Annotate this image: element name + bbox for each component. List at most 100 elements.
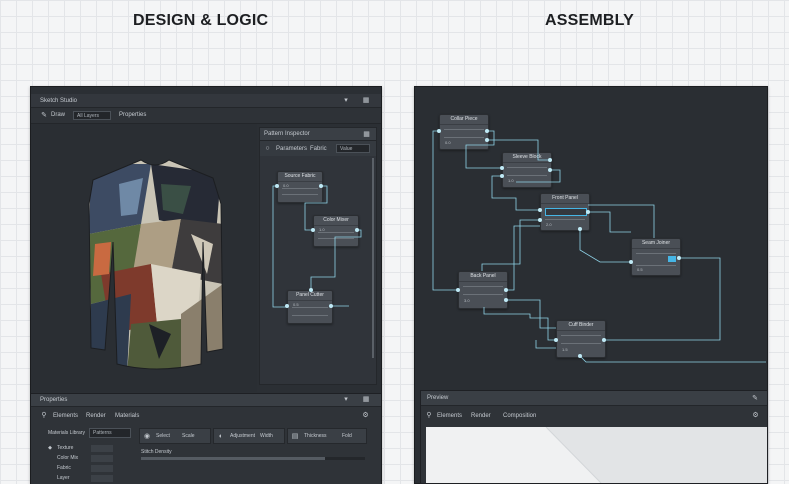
logic-node-label: Color Mixer (314, 216, 358, 226)
window-title: Sketch Studio (40, 97, 78, 104)
list-bullet-icon: ◆ (48, 444, 52, 451)
design-canvas[interactable] (31, 124, 257, 392)
node-row-divider (561, 343, 601, 344)
preview-title-bar: Preview ✎ (421, 391, 767, 406)
materials-library-header: Materials Library Patterns (45, 428, 131, 438)
control-value[interactable]: Fold (342, 433, 352, 439)
list-item-field[interactable] (91, 445, 113, 452)
assembly-node-label: Seam Joiner (632, 239, 680, 249)
assembly-node-value: 1.5 (562, 347, 568, 352)
elements-tab[interactable]: Elements (53, 413, 78, 419)
logic-panel-tabs: ○ Parameters Fabric Value (260, 142, 376, 155)
node-highlight-field[interactable] (668, 256, 676, 262)
logic-node[interactable]: Panel Cutter 0.5 (287, 290, 333, 324)
control-label: Select (156, 433, 170, 439)
logic-node[interactable]: Color Mixer 1.0 (313, 215, 359, 247)
logic-panel-title: Pattern Inspector (264, 131, 310, 137)
logic-node-label: Source Fabric (278, 172, 322, 182)
materials-tab[interactable]: Materials (115, 413, 139, 419)
assembly-node-label: Front Panel (541, 194, 589, 204)
settings-gear-icon[interactable]: ⚙ (751, 411, 760, 420)
list-item-label: Fabric (57, 465, 71, 471)
list-item[interactable]: Color Mix (45, 454, 119, 463)
control-label: Thickness (304, 433, 327, 439)
node-row-divider (507, 167, 547, 168)
design-editor-window: Sketch Studio ▾ ▦ ✎ Draw All Layers Prop… (30, 86, 382, 484)
logic-node-value: 1.0 (319, 227, 325, 232)
node-highlight-field[interactable] (545, 208, 587, 216)
layer-dropdown[interactable]: All Layers (73, 111, 111, 120)
control-group: ▤ Thickness Fold (287, 428, 367, 444)
draw-tool-label[interactable]: Draw (51, 112, 65, 118)
assembly-node-value: 0.0 (445, 140, 451, 145)
properties-label[interactable]: Properties (119, 112, 146, 118)
pencil-icon[interactable]: ✎ (40, 112, 48, 119)
control-value[interactable]: Scale (182, 433, 195, 439)
canvas-toolbar: ✎ Draw All Layers Properties (31, 108, 381, 124)
control-label: Adjustment (230, 433, 256, 439)
pin-icon[interactable]: ⚲ (40, 412, 48, 419)
node-row-divider (636, 265, 676, 266)
assembly-node[interactable]: Seam Joiner 0.5 (631, 238, 681, 276)
logic-node[interactable]: Source Fabric 0.0 (277, 171, 323, 203)
node-row-divider (282, 194, 318, 195)
collapse-arrow-icon[interactable]: ▾ (342, 97, 350, 104)
preview-viewport[interactable] (426, 427, 767, 483)
control-group: ◉ Select Scale (139, 428, 211, 444)
eye-icon[interactable]: ◉ (143, 432, 151, 440)
fabric-tab[interactable]: Fabric (310, 146, 327, 152)
preview-panel: Preview ✎ ⚲ Elements Render Composition … (420, 390, 768, 484)
assembly-node[interactable]: Front Panel 2.0 (540, 193, 590, 231)
node-row-divider (282, 188, 318, 189)
logic-panel-grid-icon[interactable]: ▦ (363, 131, 370, 138)
patterns-field[interactable]: Patterns (89, 428, 131, 438)
radio-circle-icon[interactable]: ○ (264, 145, 271, 152)
pin-icon[interactable]: ⚲ (425, 412, 433, 419)
assembly-node[interactable]: Collar Piece 0.0 (439, 114, 489, 150)
list-item-field[interactable] (91, 475, 113, 482)
control-group: ◐ Adjustment Width (213, 428, 285, 444)
patchwork-sweater-image (88, 159, 224, 370)
assembly-node-label: Back Panel (459, 272, 507, 282)
settings-gear-icon[interactable]: ⚙ (361, 411, 370, 420)
collapse-arrow-icon[interactable]: ▾ (342, 396, 350, 403)
node-row-divider (636, 253, 676, 254)
adjust-icon[interactable]: ◐ (217, 432, 225, 440)
logic-panel: Pattern Inspector ▦ ○ Parameters Fabric … (259, 127, 377, 385)
properties-tab-row: ⚲ Elements Render Materials ⚙ (31, 408, 381, 422)
render-tab[interactable]: Render (471, 413, 491, 419)
node-row-divider (444, 137, 484, 138)
list-item-label: Layer (57, 475, 70, 481)
assembly-node[interactable]: Back Panel 3.0 (458, 271, 508, 309)
list-item[interactable]: ◆ Texture (45, 444, 119, 453)
list-item-label: Color Mix (57, 455, 79, 461)
logic-scrollbar[interactable] (372, 158, 374, 358)
render-tab[interactable]: Render (86, 413, 106, 419)
layers-icon[interactable]: ▤ (291, 432, 299, 440)
properties-title-bar: Properties ▾ ▦ (31, 394, 381, 407)
window-grid-icon[interactable]: ▦ (362, 97, 370, 104)
progress-fill (141, 457, 325, 460)
list-item[interactable]: Fabric (45, 464, 119, 473)
list-item-field[interactable] (91, 465, 113, 472)
elements-tab[interactable]: Elements (437, 413, 462, 419)
logic-node-value: 0.5 (293, 302, 299, 307)
panel-grid-icon[interactable]: ▦ (362, 396, 370, 403)
window-title-bar: Sketch Studio ▾ ▦ (31, 94, 381, 108)
parameters-tab[interactable]: Parameters (276, 146, 307, 152)
materials-library-label: Materials Library (48, 430, 85, 436)
edit-pencil-icon[interactable]: ✎ (751, 394, 759, 402)
preview-title: Preview (427, 395, 449, 401)
logic-node-label: Panel Cutter (288, 291, 332, 301)
value-field[interactable]: Value (336, 144, 370, 153)
assembly-node[interactable]: Cuff Binder 1.5 (556, 320, 606, 358)
list-item-field[interactable] (91, 455, 113, 462)
properties-panel: Properties ▾ ▦ ⚲ Elements Render Materia… (31, 393, 381, 484)
control-value[interactable]: Width (260, 433, 273, 439)
node-row-divider (561, 335, 601, 336)
node-row-divider (292, 315, 328, 316)
progress-track[interactable] (141, 457, 365, 460)
composition-tab[interactable]: Composition (503, 413, 536, 419)
assembly-node-value: 0.5 (637, 267, 643, 272)
assembly-node[interactable]: Sleeve Block 1.0 (502, 152, 552, 188)
